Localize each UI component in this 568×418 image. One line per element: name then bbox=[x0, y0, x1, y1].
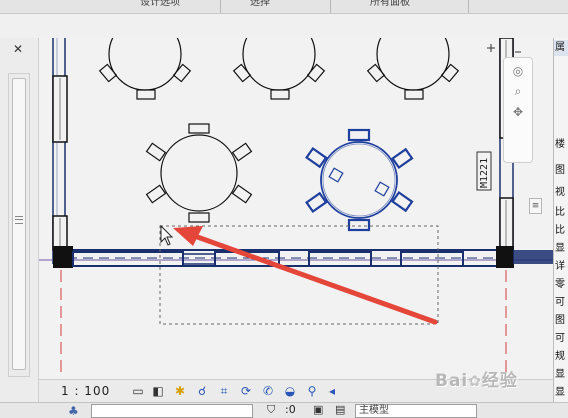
round-table-selected[interactable] bbox=[305, 128, 414, 232]
wall-left[interactable] bbox=[52, 38, 68, 264]
zoom-icon[interactable]: ⌕ bbox=[504, 84, 532, 99]
tab-all-panels[interactable]: 所有面板 bbox=[370, 0, 440, 10]
window-bottom-4 bbox=[400, 251, 464, 267]
door-right bbox=[499, 197, 514, 249]
property-row[interactable]: 可 bbox=[555, 296, 568, 310]
crop-view-icon[interactable]: ⌗ bbox=[217, 384, 231, 398]
vertical-scrollbar[interactable] bbox=[8, 73, 30, 377]
round-table-top-middle[interactable] bbox=[232, 38, 326, 100]
wall-bottom[interactable] bbox=[39, 246, 553, 268]
editable-only-icon[interactable]: ▣ bbox=[313, 403, 323, 416]
property-row[interactable]: 可 bbox=[555, 332, 568, 346]
navigation-bar[interactable]: ◎ ⌕ ✥ bbox=[503, 57, 533, 163]
property-row[interactable]: 比 bbox=[555, 224, 568, 238]
properties-panel: 属 楼 图 视 比 比 显 详 零 可 图 可 规 显 显 bbox=[553, 38, 568, 402]
toolbar-separator bbox=[330, 0, 331, 13]
door-tag-label: M1221 bbox=[479, 158, 490, 188]
properties-header: 属 bbox=[554, 40, 568, 56]
shadows-icon[interactable]: ☌ bbox=[195, 384, 209, 398]
show-crop-icon[interactable]: ⟳ bbox=[239, 384, 253, 398]
steering-wheel-icon[interactable]: ◎ bbox=[504, 64, 532, 78]
property-row[interactable]: 显 bbox=[555, 368, 568, 382]
view-cube-toggle[interactable]: ≡ bbox=[529, 198, 542, 214]
baidu-watermark: Bai✿经验 bbox=[435, 366, 518, 391]
column-right bbox=[496, 246, 514, 268]
watermark-brand: Bai bbox=[435, 371, 469, 391]
design-options-icon[interactable]: ▤ bbox=[335, 403, 345, 416]
view-scale[interactable]: 1 : 100 bbox=[61, 384, 110, 398]
detail-level-icon[interactable]: ▭ bbox=[131, 384, 145, 398]
visual-style-icon[interactable]: ◧ bbox=[151, 384, 165, 398]
watermark-suffix: 经验 bbox=[481, 371, 518, 391]
property-row[interactable]: 楼 bbox=[555, 138, 568, 152]
property-row[interactable]: 视 bbox=[555, 186, 568, 200]
annotation-arrow bbox=[173, 226, 438, 325]
property-row[interactable]: 比 bbox=[555, 206, 568, 220]
close-icon[interactable]: ✕ bbox=[12, 43, 24, 55]
property-row[interactable]: 显 bbox=[555, 386, 568, 400]
status-bar: ♣ ⛉ :0 ▣ ▤ 主模型 bbox=[0, 402, 568, 418]
toolbar-separator bbox=[220, 0, 221, 13]
design-option-dropdown[interactable]: 主模型 bbox=[355, 404, 477, 418]
paw-icon: ✿ bbox=[468, 372, 482, 390]
analytical-model-icon[interactable]: ◂ bbox=[325, 384, 339, 398]
workset-icon[interactable]: ♣ bbox=[68, 404, 79, 418]
round-table-middle-left[interactable] bbox=[145, 123, 253, 223]
property-row[interactable]: 详 bbox=[555, 260, 568, 274]
tab-design-options[interactable]: 设计选项 bbox=[140, 0, 210, 10]
floor-plan[interactable]: M1221 bbox=[39, 38, 553, 378]
grip-icon bbox=[15, 216, 23, 224]
reveal-hidden-icon[interactable]: ◒ bbox=[283, 384, 297, 398]
property-row[interactable]: 规 bbox=[555, 350, 568, 364]
tab-select[interactable]: 选择 bbox=[250, 0, 290, 10]
constraints-icon[interactable]: ⚲ bbox=[305, 384, 319, 398]
property-row[interactable]: 图 bbox=[555, 164, 568, 178]
property-row[interactable]: 显 bbox=[555, 242, 568, 256]
toolbar-separator bbox=[468, 0, 469, 13]
filter-icon[interactable]: ⛉ bbox=[267, 403, 275, 417]
window-bottom-3 bbox=[308, 251, 372, 267]
door-tag[interactable]: M1221 bbox=[476, 151, 492, 191]
drawing-canvas[interactable]: M1221 bbox=[39, 38, 553, 378]
round-table-top-right[interactable] bbox=[366, 38, 460, 100]
ribbon-strip: 设计选项 选择 所有面板 bbox=[0, 0, 568, 14]
window-bottom-1 bbox=[72, 251, 184, 267]
scrollbar-thumb[interactable] bbox=[12, 78, 26, 370]
selection-count: :0 bbox=[285, 403, 296, 416]
temporary-hide-icon[interactable]: ✆ bbox=[261, 384, 275, 398]
round-table-top-left[interactable] bbox=[98, 38, 192, 100]
property-row[interactable]: 图 bbox=[555, 314, 568, 328]
pan-icon[interactable]: ✥ bbox=[504, 105, 532, 119]
sun-path-icon[interactable]: ✱ bbox=[173, 384, 187, 398]
mouse-cursor bbox=[160, 224, 174, 246]
property-row[interactable]: 零 bbox=[555, 278, 568, 292]
workset-dropdown[interactable] bbox=[91, 404, 253, 418]
column-left bbox=[53, 246, 73, 268]
